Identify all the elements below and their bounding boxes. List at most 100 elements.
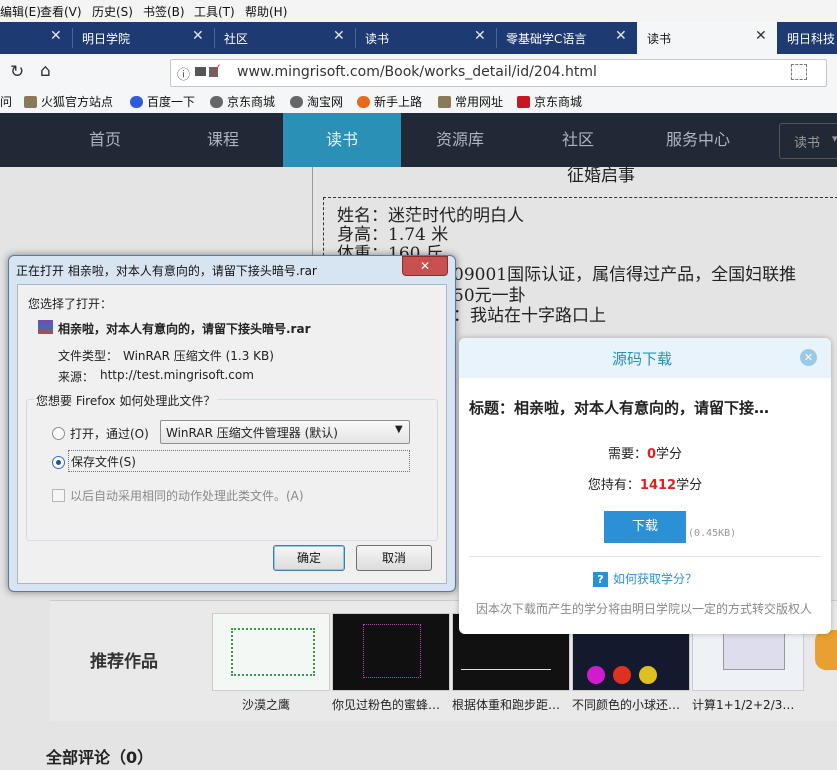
bookmark-jd[interactable]: 京东商城 bbox=[210, 93, 275, 110]
tab-close-icon[interactable]: ✕ bbox=[192, 28, 204, 44]
radio-selected-dot bbox=[56, 460, 61, 465]
comments-title: 全部评论（0） bbox=[46, 748, 154, 767]
tab-label: 明日科技 bbox=[787, 32, 836, 46]
qrcode-icon[interactable] bbox=[791, 64, 807, 80]
tab-close-icon[interactable]: ✕ bbox=[333, 28, 345, 44]
work-caption[interactable]: 根据体重和跑步距… bbox=[452, 696, 560, 713]
tab-0[interactable]: ✕ bbox=[0, 22, 72, 54]
bookmark-newbie[interactable]: 新手上路 bbox=[357, 93, 422, 110]
tab-bar: ✕ 明日学院 ✕ 社区 ✕ 读书 ✕ 零基础学C语言 ✕ 读书 ✕ 明日科技 bbox=[0, 22, 837, 54]
baidu-paw-icon bbox=[130, 96, 143, 108]
recommend-title: 推荐作品 bbox=[90, 652, 158, 672]
file-type-label: 文件类型： bbox=[58, 349, 119, 363]
menu-help[interactable]: 帮助(H) bbox=[245, 3, 287, 20]
menu-edit[interactable]: 编辑(E) bbox=[0, 3, 41, 20]
menu-history[interactable]: 历史(S) bbox=[92, 3, 133, 20]
firefox-icon bbox=[357, 96, 370, 108]
menu-bookmarks[interactable]: 书签(B) bbox=[143, 3, 185, 20]
nav-reading[interactable]: 读书 bbox=[283, 113, 401, 167]
dialog-body: 您选择了打开： 相亲啦，对本人有意向的，请留下接头暗号.rar 文件类型： Wi… bbox=[17, 284, 447, 584]
close-icon[interactable]: ✕ bbox=[402, 256, 448, 276]
ball-art bbox=[613, 666, 631, 684]
cancel-button[interactable]: 取消 bbox=[356, 545, 432, 571]
url-text[interactable]: www.mingrisoft.com/Book/works_detail/id/… bbox=[237, 64, 597, 80]
have-value: 1412 bbox=[639, 478, 677, 493]
how-to-get-credits-link[interactable]: ? 如何获取学分？ bbox=[593, 570, 697, 587]
open-with-label[interactable]: 打开，通过(O) bbox=[70, 425, 149, 442]
tab-community[interactable]: 社区 ✕ bbox=[214, 22, 355, 54]
tab-mingri-tech[interactable]: 明日科技 bbox=[777, 22, 837, 54]
tab-reading-active[interactable]: 读书 ✕ bbox=[637, 22, 777, 54]
chevron-down-icon: ▼ bbox=[395, 424, 403, 435]
save-file-radio[interactable] bbox=[52, 456, 65, 469]
bookmark-firefox[interactable]: 火狐官方站点 bbox=[24, 93, 113, 110]
download-button[interactable]: 下载 bbox=[604, 511, 686, 543]
source-label: 来源： bbox=[58, 370, 95, 384]
tab-close-icon[interactable]: ✕ bbox=[615, 28, 627, 44]
question-label: 您想要 Firefox 如何处理此文件？ bbox=[34, 392, 218, 409]
tab-reading[interactable]: 读书 ✕ bbox=[355, 22, 496, 54]
auto-checkbox[interactable] bbox=[52, 489, 65, 502]
work-caption[interactable]: 不同颜色的小球还… bbox=[572, 696, 680, 713]
tab-mingri-academy[interactable]: 明日学院 ✕ bbox=[72, 22, 214, 54]
app-select[interactable]: WinRAR 压缩文件管理器 (默认) ▼ bbox=[160, 420, 410, 444]
bookmark-taobao[interactable]: 淘宝网 bbox=[290, 93, 343, 110]
tab-close-icon[interactable]: ✕ bbox=[755, 28, 767, 44]
save-file-label: 保存文件(S) bbox=[71, 455, 136, 469]
work-caption[interactable]: 沙漠之鹰 bbox=[242, 696, 290, 713]
ball-art bbox=[587, 666, 605, 684]
have-row: 您持有：1412学分 bbox=[587, 478, 703, 493]
bookmarks-bar: 问 火狐官方站点 百度一下 京东商城 淘宝网 新手上路 常用网址 京东商城 bbox=[0, 90, 837, 114]
save-file-option[interactable]: 保存文件(S) bbox=[68, 450, 410, 472]
console-art bbox=[461, 628, 551, 670]
divider bbox=[323, 197, 837, 198]
article-heading: 征婚启事 bbox=[567, 166, 635, 186]
nav-courses[interactable]: 课程 bbox=[164, 113, 282, 167]
need-value: 0 bbox=[646, 447, 657, 462]
nav-community[interactable]: 社区 bbox=[519, 113, 637, 167]
ok-button[interactable]: 确定 bbox=[273, 545, 345, 571]
tab-label: 社区 bbox=[224, 32, 249, 46]
work-caption[interactable]: 你见过粉色的蜜蜂… bbox=[332, 696, 440, 713]
work-thumbnail[interactable] bbox=[332, 613, 450, 691]
site-search-select[interactable]: 读书 ▾ bbox=[779, 123, 837, 159]
source-download-popup: 源码下载 ✕ 标题：相亲啦，对本人有意向的，请留下接… 需要：0学分 您持有：1… bbox=[459, 338, 831, 634]
bookmark-item[interactable]: 问 bbox=[0, 93, 12, 110]
need-row: 需要：0学分 bbox=[607, 447, 683, 462]
nav-home[interactable]: 首页 bbox=[46, 113, 164, 167]
tab-close-icon[interactable]: ✕ bbox=[50, 28, 62, 44]
folder-icon bbox=[438, 96, 451, 108]
menu-bar: 编辑(E) 查看(V) 历史(S) 书签(B) 工具(T) 帮助(H) bbox=[0, 0, 837, 23]
tab-c-language[interactable]: 零基础学C语言 ✕ bbox=[496, 22, 637, 54]
work-caption[interactable]: 计算1+1/2+2/3… bbox=[692, 696, 794, 713]
info-icon[interactable]: ⓘ bbox=[177, 64, 190, 83]
url-bar[interactable]: ⓘ ⁄ www.mingrisoft.com/Book/works_detail… bbox=[170, 59, 827, 87]
file-size: (0.45KB) bbox=[688, 528, 737, 539]
open-with-radio[interactable] bbox=[52, 427, 65, 440]
auto-label: 以后自动采用相同的动作处理此类文件。(A) bbox=[70, 489, 304, 503]
rar-file-icon bbox=[38, 320, 53, 334]
file-name: 相亲啦，对本人有意向的，请留下接头暗号.rar bbox=[58, 322, 311, 336]
nav-resources[interactable]: 资源库 bbox=[401, 113, 519, 167]
bee-art bbox=[363, 624, 421, 678]
tab-close-icon[interactable]: ✕ bbox=[474, 28, 486, 44]
bookmark-baidu[interactable]: 百度一下 bbox=[130, 93, 195, 110]
menu-view[interactable]: 查看(V) bbox=[40, 3, 82, 20]
monkey-mascot[interactable] bbox=[815, 630, 837, 670]
menu-tools[interactable]: 工具(T) bbox=[194, 3, 235, 20]
gun-art bbox=[231, 628, 315, 676]
divider bbox=[469, 556, 821, 557]
nav-service[interactable]: 服务中心 bbox=[637, 113, 759, 167]
file-type-value: WinRAR 压缩文件 (1.3 KB) bbox=[123, 349, 274, 363]
popup-subject: 标题：相亲啦，对本人有意向的，请留下接… bbox=[469, 399, 770, 417]
help-icon: ? bbox=[593, 572, 608, 587]
tab-label: 读书 bbox=[365, 32, 390, 46]
source-value: http://test.mingrisoft.com bbox=[100, 368, 254, 382]
home-icon[interactable]: ⌂ bbox=[40, 61, 51, 81]
article-line: ：我站在十字路口上 bbox=[453, 306, 606, 326]
work-thumbnail[interactable] bbox=[212, 613, 330, 691]
bookmark-common[interactable]: 常用网址 bbox=[438, 93, 503, 110]
bookmark-jd-2[interactable]: 京东商城 bbox=[517, 93, 582, 110]
close-icon[interactable]: ✕ bbox=[800, 349, 817, 366]
reload-icon[interactable]: ↻ bbox=[10, 62, 24, 82]
